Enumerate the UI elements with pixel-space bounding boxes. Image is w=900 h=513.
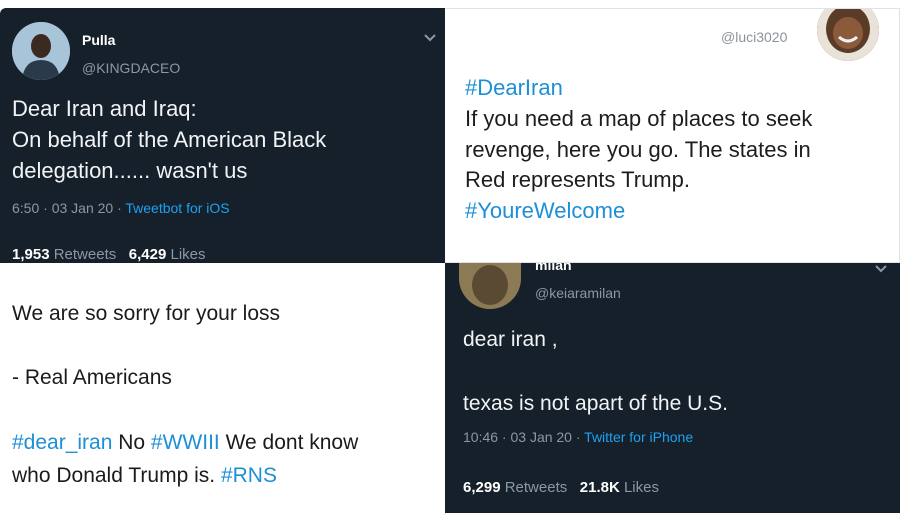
like-label: Likes bbox=[623, 479, 659, 496]
tweet-line: revenge, here you go. The states in bbox=[465, 136, 811, 162]
user-handle[interactable]: @luci3020 bbox=[721, 29, 787, 45]
tweet-fragment: We dont know bbox=[219, 431, 359, 454]
tweet-text-line2: texas is not apart of the U.S. bbox=[463, 392, 728, 415]
tweet-text-line1: We are so sorry for your loss bbox=[12, 302, 281, 325]
display-name[interactable]: Pulla bbox=[82, 32, 115, 48]
tweet-card-keiaramilan[interactable]: milan @keiaramilan dear iran , texas is … bbox=[445, 263, 900, 513]
tweet-card-luci3020[interactable]: @luci3020 #DearIran If you need a map of… bbox=[445, 8, 900, 263]
source-link[interactable]: Twitter for iPhone bbox=[584, 429, 693, 445]
tweet-stats: 1,953 Retweets 6,429 Likes bbox=[12, 246, 206, 263]
chevron-down-icon[interactable] bbox=[424, 32, 436, 46]
tweet-text-hashtags: #dear_iran No #WWIII We dont know who Do… bbox=[12, 427, 358, 492]
avatar-luci3020[interactable] bbox=[817, 9, 879, 61]
chevron-down-icon[interactable] bbox=[875, 263, 887, 277]
timestamp: 10:46 · 03 Jan 20 · bbox=[463, 429, 585, 445]
hashtag-link[interactable]: #YoureWelcome bbox=[465, 196, 812, 227]
timestamp: 6:50 · 03 Jan 20 · bbox=[12, 200, 126, 216]
tweet-text: Dear Iran and Iraq: On behalf of the Ame… bbox=[12, 94, 326, 186]
retweet-label: Retweets bbox=[53, 246, 117, 263]
retweet-label: Retweets bbox=[504, 479, 568, 496]
hashtag-link[interactable]: #DearIran bbox=[465, 73, 812, 104]
tweet-line: delegation...... wasn't us bbox=[12, 157, 248, 183]
tweet-text-line2: - Real Americans bbox=[12, 366, 172, 389]
tweet-line: Dear Iran and Iraq: bbox=[12, 96, 197, 121]
tweet-fragment: No bbox=[112, 431, 151, 454]
like-count[interactable]: 21.8K bbox=[580, 479, 620, 496]
user-handle[interactable]: @keiaramilan bbox=[535, 285, 621, 301]
display-name[interactable]: milan bbox=[535, 263, 572, 273]
retweet-count[interactable]: 1,953 bbox=[12, 246, 50, 263]
tweet-meta: 6:50 · 03 Jan 20 · Tweetbot for iOS bbox=[12, 200, 230, 216]
tweet-card-kingdaceo[interactable]: Pulla @KINGDACEO Dear Iran and Iraq: On … bbox=[0, 8, 445, 263]
retweet-count[interactable]: 6,299 bbox=[463, 479, 501, 496]
hashtag-link[interactable]: #WWIII bbox=[151, 431, 220, 454]
source-link[interactable]: Tweetbot for iOS bbox=[125, 200, 229, 216]
tweet-line: On behalf of the American Black bbox=[12, 126, 327, 152]
tweet-fragment: who Donald Trump is. bbox=[12, 463, 221, 487]
tweet-meta: 10:46 · 03 Jan 20 · Twitter for iPhone bbox=[463, 429, 693, 445]
tweet-line: If you need a map of places to seek bbox=[465, 105, 813, 131]
hashtag-link[interactable]: #dear_iran bbox=[12, 431, 112, 454]
avatar-kingdaceo[interactable] bbox=[12, 22, 70, 80]
avatar-keiaramilan[interactable] bbox=[459, 263, 521, 309]
like-label: Likes bbox=[170, 246, 206, 263]
tweet-stats: 6,299 Retweets 21.8K Likes bbox=[463, 479, 659, 496]
tweet-text: #DearIran If you need a map of places to… bbox=[465, 73, 812, 227]
tweet-text-line1: dear iran , bbox=[463, 328, 558, 351]
tweet-line: Red represents Trump. bbox=[465, 167, 690, 193]
like-count[interactable]: 6,429 bbox=[129, 246, 167, 263]
user-handle[interactable]: @KINGDACEO bbox=[82, 60, 180, 76]
hashtag-link[interactable]: #RNS bbox=[221, 464, 277, 487]
tweet-card-real-americans[interactable]: We are so sorry for your loss - Real Ame… bbox=[0, 263, 445, 513]
